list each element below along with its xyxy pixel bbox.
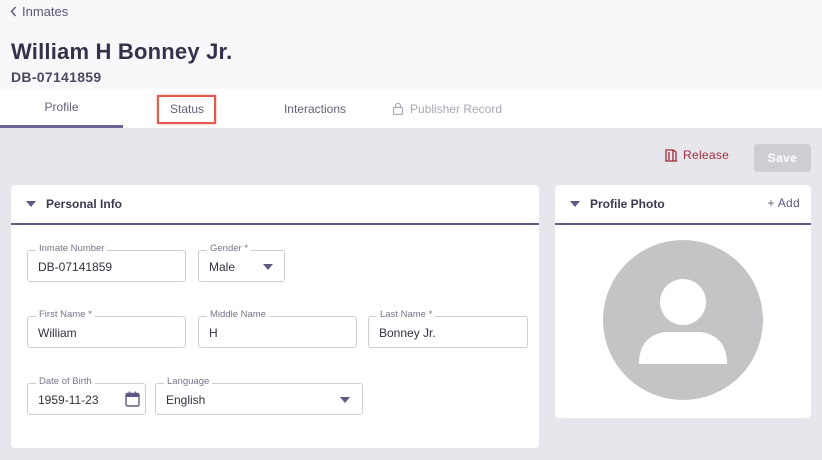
last-name-field[interactable]: Last Name * Bonney Jr. [368,309,528,348]
chevron-down-icon [340,397,350,403]
gender-select[interactable]: Gender * Male [198,243,285,282]
middle-name-value: H [209,326,218,340]
date-of-birth-field[interactable]: Date of Birth 1959-11-23 [27,376,146,415]
breadcrumb-label: Inmates [22,4,69,19]
tab-profile[interactable]: Profile [0,89,123,128]
tab-publisher-record[interactable]: Publisher Record [380,89,514,128]
last-name-label: Last Name * [377,309,436,320]
inmate-number-label: Inmate Number [36,243,108,254]
chevron-left-icon [10,6,17,17]
page-title: William H Bonney Jr. [11,39,233,64]
save-button[interactable]: Save [754,144,811,172]
date-of-birth-label: Date of Birth [36,376,95,387]
personal-info-card: Personal Info Inmate Number DB-07141859 … [11,185,539,448]
personal-info-header[interactable]: Personal Info [11,185,539,225]
tab-profile-label: Profile [44,100,79,114]
add-photo-button[interactable]: + Add [767,196,800,210]
default-avatar-icon [603,240,763,400]
release-button[interactable]: Release [664,148,729,162]
page-subtitle: DB-07141859 [11,69,102,85]
middle-name-field[interactable]: Middle Name H [198,309,357,348]
profile-photo-header[interactable]: Profile Photo + Add [555,185,811,225]
calendar-icon[interactable] [125,391,140,407]
personal-info-title: Personal Info [46,197,123,211]
first-name-value: William [38,326,77,340]
tab-interactions-label: Interactions [283,101,347,116]
language-label: Language [164,376,213,387]
inmate-number-field[interactable]: Inmate Number DB-07141859 [27,243,186,282]
chevron-down-icon [263,264,273,270]
language-select[interactable]: Language English [155,376,363,415]
inmate-number-value: DB-07141859 [38,260,113,274]
middle-name-label: Middle Name [207,309,269,320]
tab-interactions[interactable]: Interactions [252,89,378,128]
language-value: English [166,393,206,407]
gender-value: Male [209,260,236,274]
last-name-value: Bonney Jr. [379,326,436,340]
caret-down-icon [26,201,36,207]
profile-photo-title: Profile Photo [590,197,665,211]
date-of-birth-value: 1959-11-23 [38,393,99,407]
lock-icon [392,102,404,115]
tab-publisher-record-label: Publisher Record [409,101,503,116]
gender-label: Gender * [207,243,252,254]
status-tab-highlight [157,95,216,124]
first-name-label: First Name * [36,309,95,320]
breadcrumb-back-link[interactable]: Inmates [10,4,68,19]
tab-bar: Profile Status Interactions Publisher Re… [0,89,822,128]
release-label: Release [683,148,730,162]
page-header: Inmates William H Bonney Jr. DB-07141859 [0,0,822,90]
first-name-field[interactable]: First Name * William [27,309,186,348]
door-exit-icon [665,149,677,162]
profile-photo-card: Profile Photo + Add [555,185,811,418]
caret-down-icon [570,201,580,207]
